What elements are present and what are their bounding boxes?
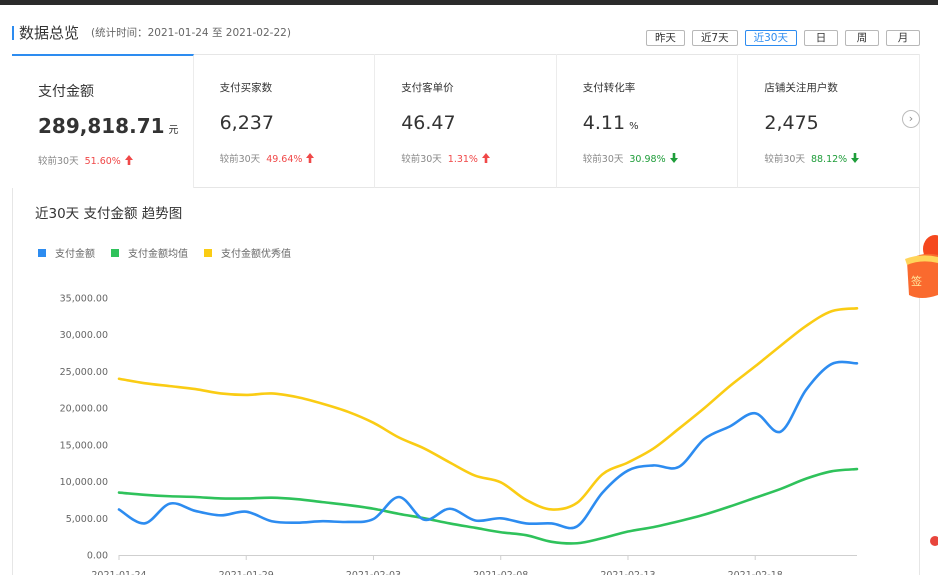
floating-promo-badge[interactable]: 签 xyxy=(901,225,938,303)
y-tick-label: 0.00 xyxy=(87,551,108,562)
y-tick-label: 5,000.00 xyxy=(66,514,108,525)
y-tick-label: 15,000.00 xyxy=(60,440,108,451)
x-tick-label: 2021-02-18 xyxy=(728,570,783,575)
x-tick-label: 2021-02-13 xyxy=(600,570,655,575)
y-tick-label: 10,000.00 xyxy=(60,477,108,488)
floating-dot[interactable] xyxy=(930,536,938,546)
series-line-excellent xyxy=(117,306,859,511)
x-tick-label: 2021-01-24 xyxy=(91,570,146,575)
series-line-average xyxy=(117,467,859,545)
x-tick-label: 2021-02-08 xyxy=(473,570,528,575)
series-line-payment xyxy=(117,360,859,530)
x-tick-label: 2021-01-29 xyxy=(219,570,274,575)
y-tick-label: 30,000.00 xyxy=(60,330,108,341)
y-tick-label: 25,000.00 xyxy=(60,367,108,378)
y-tick-label: 35,000.00 xyxy=(60,294,108,305)
y-tick-label: 20,000.00 xyxy=(60,404,108,415)
x-tick-label: 2021-02-03 xyxy=(346,570,401,575)
badge-text: 签 xyxy=(911,274,922,288)
trend-chart: 0.00 5,000.00 10,000.00 15,000.00 20,000.00 2… xyxy=(60,294,859,575)
